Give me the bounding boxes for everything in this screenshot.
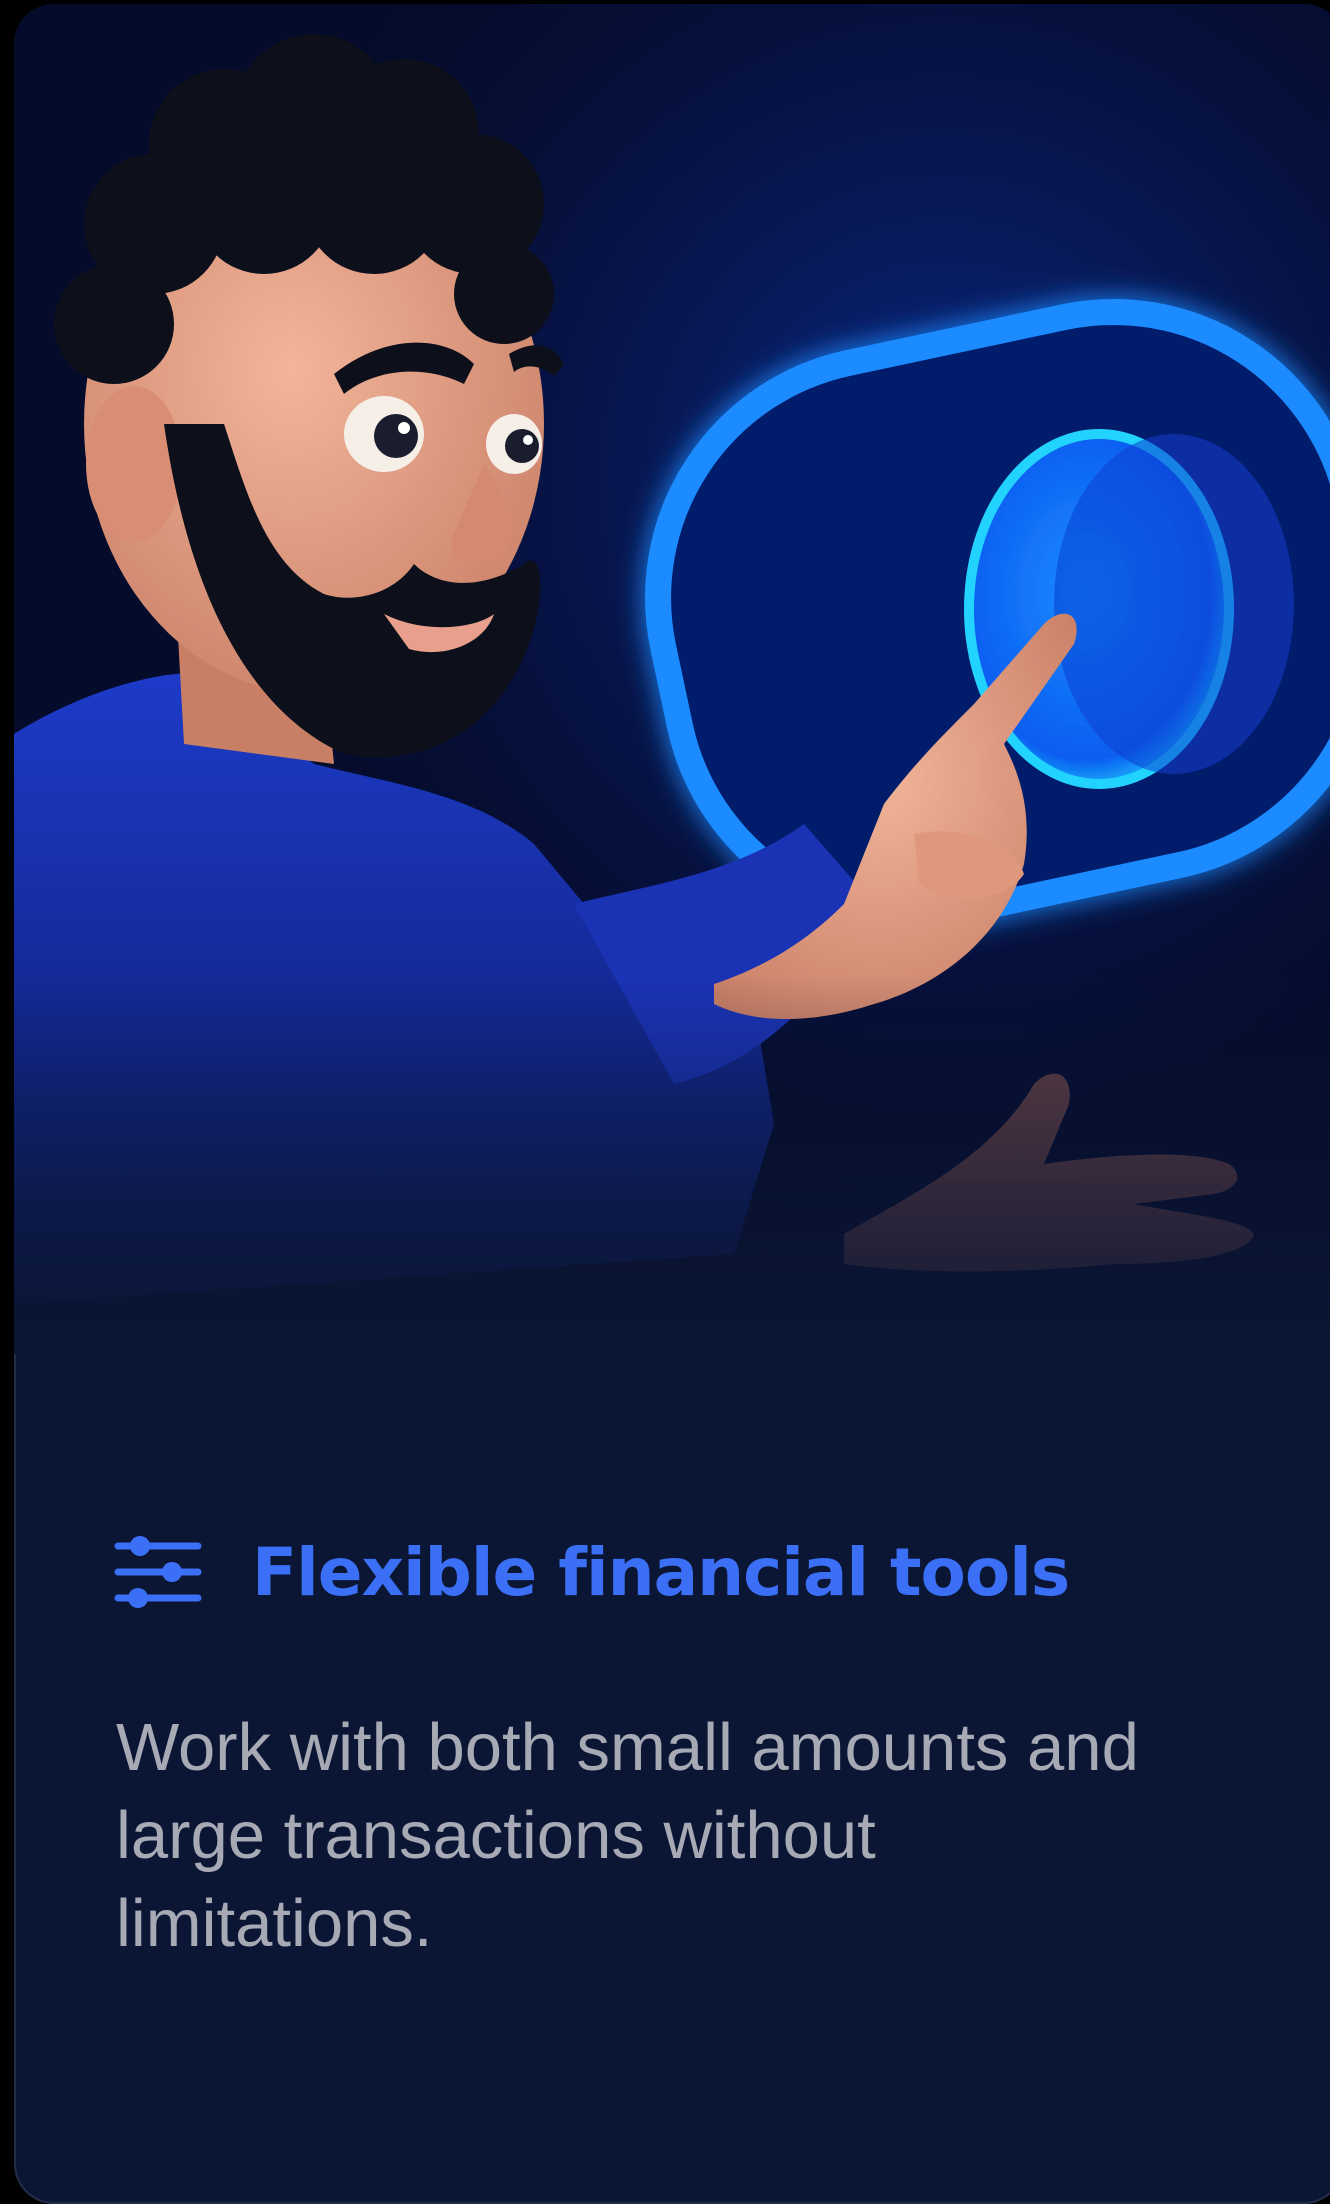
sliders-icon xyxy=(114,1536,202,1608)
hero-illustration xyxy=(14,4,1330,1354)
feature-title: Flexible financial tools xyxy=(252,1533,1070,1611)
feature-card: Flexible financial tools Work with both … xyxy=(14,4,1330,2204)
feature-description: Work with both small amounts and large t… xyxy=(116,1710,1139,1961)
feature-heading: Flexible financial tools xyxy=(114,1528,1070,1616)
